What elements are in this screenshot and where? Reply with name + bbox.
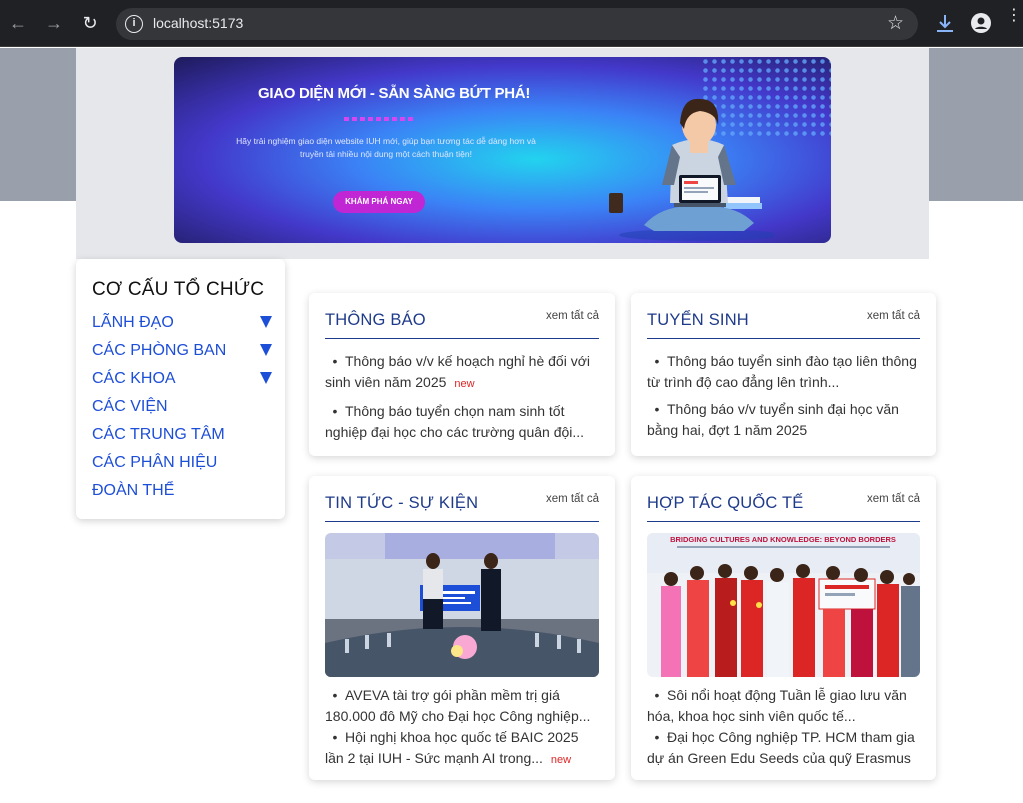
list-item[interactable]: • Sôi nổi hoạt động Tuần lễ giao lưu văn … bbox=[647, 685, 920, 727]
new-badge: new bbox=[454, 378, 475, 390]
item-text: Thông báo tuyển sinh đào tạo liên thông … bbox=[647, 353, 917, 390]
promo-banner[interactable]: GIAO DIỆN MỚI - SẴN SÀNG BỨT PHÁ! Hãy tr… bbox=[174, 57, 831, 243]
triangle-down-icon[interactable] bbox=[260, 344, 272, 356]
item-text: Thông báo v/v tuyển sinh đại học văn bằn… bbox=[647, 401, 899, 438]
item-text: AVEVA tài trợ gói phần mềm trị giá 180.0… bbox=[325, 687, 591, 724]
divider bbox=[325, 338, 599, 339]
sidebar-item-lanh-dao[interactable]: LÃNH ĐẠO bbox=[92, 313, 272, 341]
admission-list: • Thông báo tuyển sinh đào tạo liên thông… bbox=[647, 351, 920, 441]
list-item[interactable]: • Đại học Công nghiệp TP. HCM tham gia dự… bbox=[647, 727, 920, 769]
divider bbox=[647, 338, 920, 339]
sidebar-item-label: LÃNH ĐẠO bbox=[92, 314, 174, 331]
cooperation-list: • Sôi nổi hoạt động Tuần lễ giao lưu văn … bbox=[647, 685, 920, 769]
sidebar-item-trung-tam[interactable]: CÁC TRUNG TÂM bbox=[92, 425, 272, 453]
back-arrow-icon[interactable]: ← bbox=[6, 11, 30, 35]
account-icon[interactable] bbox=[971, 13, 991, 33]
photo-banner-text: BRIDGING CULTURES AND KNOWLEDGE: BEYOND … bbox=[670, 535, 896, 544]
card-title: THÔNG BÁO bbox=[325, 311, 426, 329]
sidebar-item-khoa[interactable]: CÁC KHOA bbox=[92, 369, 272, 397]
list-item[interactable]: • Thông báo v/v tuyển sinh đại học văn bằ… bbox=[647, 399, 920, 441]
address-bar[interactable]: i localhost:5173 ☆ bbox=[116, 8, 918, 40]
browser-toolbar: ← → ↻ i localhost:5173 ☆ ⋮ bbox=[0, 0, 1023, 47]
download-icon[interactable] bbox=[933, 12, 957, 36]
forward-arrow-icon[interactable]: → bbox=[42, 11, 66, 35]
banner-description: Hãy trải nghiệm giao diện website IUH mớ… bbox=[236, 136, 536, 159]
sidebar-item-label: CÁC PHÒNG BAN bbox=[92, 342, 227, 359]
url-text[interactable]: localhost:5173 bbox=[153, 15, 243, 31]
news-list: • AVEVA tài trợ gói phần mềm trị giá 180.… bbox=[325, 685, 599, 771]
bullet-icon: • bbox=[654, 687, 660, 703]
student-illustration bbox=[609, 98, 774, 241]
news-photo[interactable] bbox=[325, 533, 599, 677]
triangle-down-icon[interactable] bbox=[260, 316, 272, 328]
admissions-card: TUYỂN SINH xem tất cả • Thông báo tuyển s… bbox=[631, 293, 936, 456]
banner-divider bbox=[344, 117, 414, 121]
list-item[interactable]: • AVEVA tài trợ gói phần mềm trị giá 180.… bbox=[325, 685, 599, 727]
list-item[interactable]: • Thông báo tuyển sinh đào tạo liên thông… bbox=[647, 351, 920, 393]
card-title: TUYỂN SINH bbox=[647, 311, 749, 329]
sidebar-item-label: CÁC VIỆN bbox=[92, 398, 168, 415]
sidebar-item-phan-hieu[interactable]: CÁC PHÂN HIỆU bbox=[92, 453, 272, 481]
cooperation-photo[interactable]: BRIDGING CULTURES AND KNOWLEDGE: BEYOND … bbox=[647, 533, 920, 677]
item-text: Thông báo tuyển chọn nam sinh tốt nghiệp… bbox=[325, 403, 585, 440]
explore-button[interactable]: KHÁM PHÁ NGAY bbox=[333, 191, 425, 213]
reload-icon[interactable]: ↻ bbox=[78, 11, 102, 35]
bullet-icon: • bbox=[654, 401, 660, 417]
bullet-icon: • bbox=[332, 403, 338, 419]
divider bbox=[647, 521, 920, 522]
divider bbox=[325, 521, 599, 522]
announcement-list: • Thông báo v/v kế hoạch nghỉ hè đối với … bbox=[325, 351, 599, 443]
triangle-down-icon[interactable] bbox=[260, 372, 272, 384]
bullet-icon: • bbox=[654, 353, 660, 369]
item-text: Hội nghị khoa học quốc tế BAIC 2025 lần … bbox=[325, 729, 579, 766]
site-info-icon[interactable]: i bbox=[125, 15, 143, 33]
list-item[interactable]: • Hội nghị khoa học quốc tế BAIC 2025 lần… bbox=[325, 727, 599, 771]
card-title: TIN TỨC - SỰ KIỆN bbox=[325, 494, 479, 512]
item-text: Đại học Công nghiệp TP. HCM tham gia dự … bbox=[647, 729, 915, 766]
see-all-link[interactable]: xem tất cả bbox=[546, 310, 599, 322]
bookmark-star-icon[interactable]: ☆ bbox=[887, 12, 904, 35]
sidebar-item-phong-ban[interactable]: CÁC PHÒNG BAN bbox=[92, 341, 272, 369]
list-item[interactable]: • Thông báo v/v kế hoạch nghỉ hè đối với … bbox=[325, 351, 599, 395]
bullet-icon: • bbox=[332, 353, 338, 369]
org-structure-panel: CƠ CẤU TỔ CHỨC LÃNH ĐẠO CÁC PHÒNG BAN CÁ… bbox=[76, 259, 285, 519]
sidebar-item-label: CÁC TRUNG TÂM bbox=[92, 426, 225, 443]
sidebar-item-doan-the[interactable]: ĐOÀN THỂ bbox=[92, 481, 272, 509]
banner-headline: GIAO DIỆN MỚI - SẴN SÀNG BỨT PHÁ! bbox=[258, 85, 531, 102]
sidebar-item-label: CÁC KHOA bbox=[92, 370, 176, 387]
new-badge: new bbox=[550, 754, 572, 766]
see-all-link[interactable]: xem tất cả bbox=[867, 493, 920, 505]
see-all-link[interactable]: xem tất cả bbox=[546, 493, 599, 505]
more-menu-icon[interactable]: ⋮ bbox=[1006, 8, 1022, 24]
bullet-icon: • bbox=[332, 729, 338, 745]
sidebar-item-vien[interactable]: CÁC VIỆN bbox=[92, 397, 272, 425]
bullet-icon: • bbox=[332, 687, 338, 703]
sidebar-title: CƠ CẤU TỔ CHỨC bbox=[92, 279, 265, 300]
international-card: HỢP TÁC QUỐC TẾ xem tất cả BRIDGING CULT… bbox=[631, 476, 936, 780]
item-text: Sôi nổi hoạt động Tuần lễ giao lưu văn h… bbox=[647, 687, 907, 724]
see-all-link[interactable]: xem tất cả bbox=[867, 310, 920, 322]
card-title: HỢP TÁC QUỐC TẾ bbox=[647, 494, 804, 512]
news-card: TIN TỨC - SỰ KIỆN xem tất cả • AVEVA tài … bbox=[309, 476, 615, 780]
sidebar-item-label: ĐOÀN THỂ bbox=[92, 482, 175, 499]
bullet-icon: • bbox=[654, 729, 660, 745]
announcements-card: THÔNG BÁO xem tất cả • Thông báo v/v kế h… bbox=[309, 293, 615, 456]
list-item[interactable]: • Thông báo tuyển chọn nam sinh tốt nghiệ… bbox=[325, 401, 599, 443]
sidebar-list: LÃNH ĐẠO CÁC PHÒNG BAN CÁC KHOA CÁC VIỆN… bbox=[92, 313, 272, 509]
sidebar-item-label: CÁC PHÂN HIỆU bbox=[92, 454, 218, 471]
